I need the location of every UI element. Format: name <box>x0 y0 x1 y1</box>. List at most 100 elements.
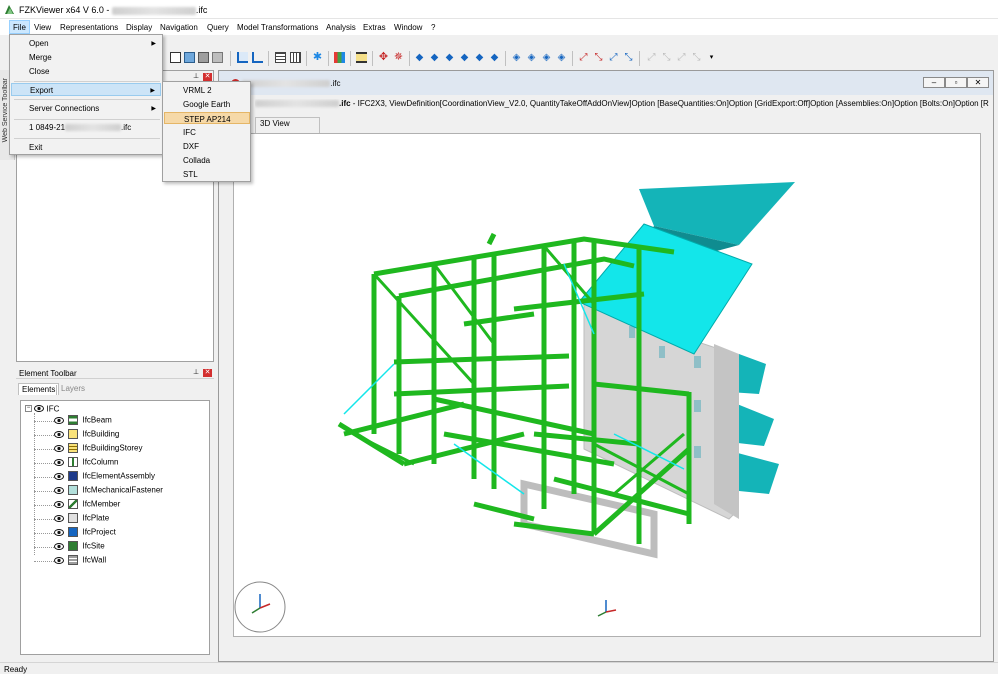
3d-view-canvas[interactable] <box>233 133 981 637</box>
axis-xy-icon[interactable] <box>237 52 248 63</box>
tree-item-ifcbeam[interactable]: IfcBeam <box>54 415 112 428</box>
eye-icon[interactable] <box>54 500 64 508</box>
view-top-icon[interactable]: ◆ <box>474 52 485 63</box>
snowflake-icon[interactable]: ✱ <box>312 52 323 63</box>
menu-representations[interactable]: Representations <box>57 22 121 34</box>
window-opening <box>629 326 635 338</box>
eye-icon[interactable] <box>54 556 64 564</box>
export-collada[interactable]: Collada <box>164 154 250 166</box>
eye-icon[interactable] <box>54 444 64 452</box>
zoom-window-icon[interactable]: ⤡ <box>623 52 634 63</box>
menu-item-close[interactable]: Close <box>11 65 161 78</box>
window-opening <box>694 400 701 412</box>
export-stl[interactable]: STL <box>164 168 250 180</box>
color-bars-icon[interactable] <box>334 52 345 63</box>
grid-icon[interactable] <box>275 52 286 63</box>
iso-view-4-icon[interactable]: ◈ <box>556 52 567 63</box>
eye-icon[interactable] <box>34 405 45 413</box>
model-info-line: .ifc - IFC2X3, ViewDefinition[Coordinati… <box>255 99 991 111</box>
tree-item-ifcbuilding[interactable]: IfcBuilding <box>54 429 119 442</box>
iso-view-2-icon[interactable]: ◈ <box>526 52 537 63</box>
iso-view-1-icon[interactable]: ◈ <box>511 52 522 63</box>
rotate-icon[interactable]: ✵ <box>393 52 404 63</box>
tab-layers[interactable]: Layers <box>58 383 88 394</box>
menu-item-server-connections[interactable]: Server Connections ▶ <box>11 102 161 115</box>
zoom-fit-icon[interactable]: ⤢ <box>578 52 589 63</box>
menu-item-exit[interactable]: Exit <box>11 141 161 154</box>
zoom-in-icon[interactable]: ⤡ <box>593 52 604 63</box>
menu-display[interactable]: Display <box>123 22 155 34</box>
menu-file[interactable]: File <box>9 20 30 34</box>
tree-item-ifcbuildingstorey[interactable]: IfcBuildingStorey <box>54 443 143 456</box>
export-ifc[interactable]: IFC <box>164 126 250 138</box>
tree-item-ifcwall[interactable]: IfcWall <box>54 555 106 568</box>
pin-icon[interactable]: ⊥ <box>192 73 200 81</box>
move-icon[interactable]: ✥ <box>378 52 389 63</box>
tree-item-label: IfcElementAssembly <box>82 471 155 481</box>
eye-icon[interactable] <box>54 430 64 438</box>
export-vrml2[interactable]: VRML 2 <box>164 84 250 96</box>
menu-model-transformations[interactable]: Model Transformations <box>234 22 321 34</box>
menu-help[interactable]: ? <box>428 22 438 34</box>
eye-icon[interactable] <box>54 486 64 494</box>
eye-icon[interactable] <box>54 528 64 536</box>
export-dxf[interactable]: DXF <box>164 140 250 152</box>
close-window-button[interactable]: ✕ <box>967 77 989 88</box>
menu-extras[interactable]: Extras <box>360 22 389 34</box>
toolbar-overflow-icon[interactable]: ▾ <box>706 52 717 63</box>
axis-xz-icon[interactable] <box>252 52 263 63</box>
menu-query[interactable]: Query <box>204 22 232 34</box>
close-icon[interactable]: ✕ <box>203 369 212 377</box>
view-bottom-icon[interactable]: ◆ <box>489 52 500 63</box>
menu-item-merge[interactable]: Merge <box>11 51 161 64</box>
grey-view-icon[interactable] <box>198 52 209 63</box>
view-right-icon[interactable]: ◆ <box>459 52 470 63</box>
table-icon[interactable] <box>290 52 301 63</box>
pin-icon[interactable]: ⊥ <box>192 369 200 377</box>
collapse-icon[interactable]: − <box>25 405 32 413</box>
menu-item-open[interactable]: Open ▶ <box>11 37 161 50</box>
eye-icon[interactable] <box>54 542 64 550</box>
iso-view-3-icon[interactable]: ◈ <box>541 52 552 63</box>
menu-item-recent-file[interactable]: 1 0849-21 .ifc <box>11 121 161 134</box>
tree-item-ifccolumn[interactable]: IfcColumn <box>54 457 118 470</box>
shaded-view-icon[interactable] <box>212 52 223 63</box>
tab-elements[interactable]: Elements <box>18 383 60 395</box>
view-back-icon[interactable]: ◆ <box>429 52 440 63</box>
menu-window[interactable]: Window <box>391 22 425 34</box>
tree-item-label: IfcBuilding <box>82 429 120 439</box>
menu-view[interactable]: View <box>31 22 54 34</box>
tab-3d-view[interactable]: 3D View <box>255 119 319 128</box>
view-left-icon[interactable]: ◆ <box>444 52 455 63</box>
building-model-render[interactable] <box>234 134 982 638</box>
box-view-icon[interactable] <box>170 52 181 63</box>
tree-item-ifcmember[interactable]: IfcMember <box>54 499 120 512</box>
zoom-out-icon[interactable]: ⤢ <box>608 52 619 63</box>
export-google-earth[interactable]: Google Earth <box>164 98 250 110</box>
view-front-icon[interactable]: ◆ <box>414 52 425 63</box>
menu-navigation[interactable]: Navigation <box>157 22 201 34</box>
eye-icon[interactable] <box>54 472 64 480</box>
eye-icon[interactable] <box>54 458 64 466</box>
tree-root-ifc[interactable]: − IFC <box>25 404 59 415</box>
disabled-tool-3-icon: ⤢ <box>677 52 686 63</box>
eye-icon[interactable] <box>54 416 64 424</box>
tree-item-ifcplate[interactable]: IfcPlate <box>54 513 109 526</box>
eye-icon[interactable] <box>54 514 64 522</box>
restore-button[interactable]: ▫ <box>945 77 967 88</box>
element-toolbar-title: Element Toolbar <box>19 369 77 378</box>
status-text: Ready <box>4 665 28 674</box>
tree-item-ifcelementassembly[interactable]: IfcElementAssembly <box>54 471 155 484</box>
menu-analysis[interactable]: Analysis <box>323 22 359 34</box>
export-step-ap214[interactable]: STEP AP214 <box>164 112 250 124</box>
close-icon[interactable]: ✕ <box>203 73 212 81</box>
solid-view-icon[interactable] <box>184 52 195 63</box>
tree-item-ifcsite[interactable]: IfcSite <box>54 541 105 554</box>
tree-item-ifcproject[interactable]: IfcProject <box>54 527 116 540</box>
menu-item-export[interactable]: Export ▶ <box>11 83 161 96</box>
ruler-icon[interactable] <box>356 52 367 63</box>
minimize-button[interactable]: – <box>923 77 945 88</box>
viewer-title-bar: .ifc – ▫ ✕ <box>219 71 993 95</box>
window-opening <box>659 346 665 358</box>
tree-item-ifcmechanicalfastener[interactable]: IfcMechanicalFastener <box>54 485 163 498</box>
